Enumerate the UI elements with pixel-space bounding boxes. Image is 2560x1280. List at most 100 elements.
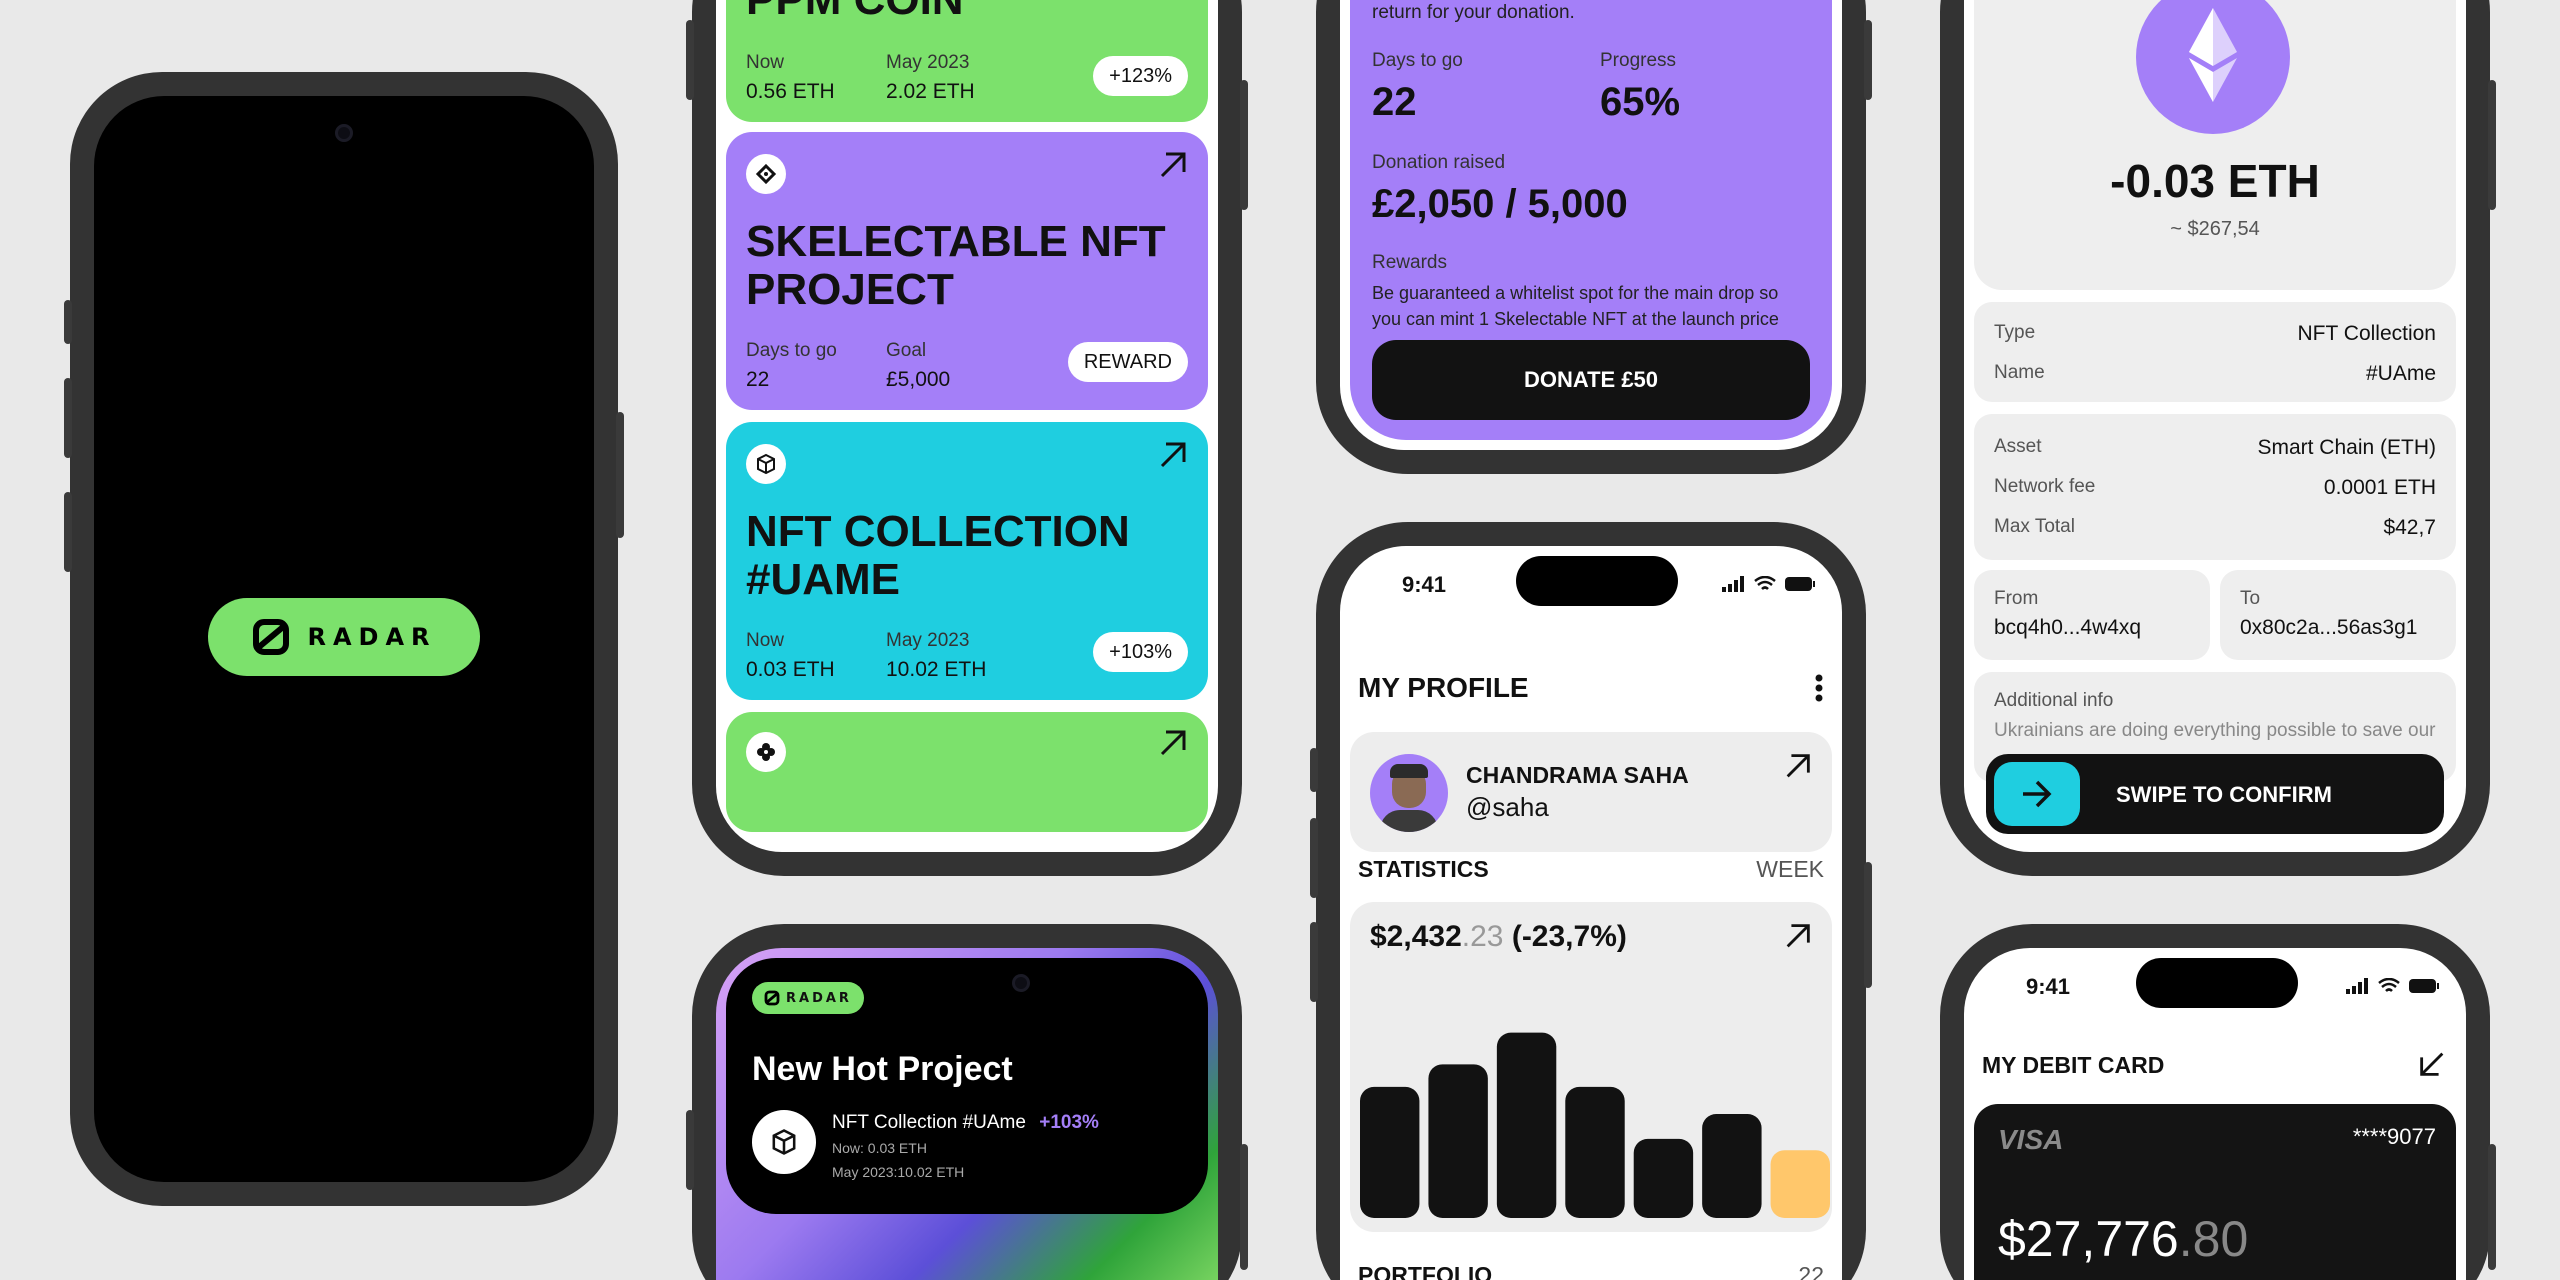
swipe-confirm[interactable]: SWIPE TO CONFIRM <box>1986 754 2444 834</box>
dynamic-island <box>2136 958 2298 1008</box>
chart-bar <box>1496 1032 1557 1218</box>
days-label: Days to go <box>1372 50 1463 71</box>
status-icons <box>2346 978 2440 994</box>
chart-bar <box>1633 1138 1694 1218</box>
card-badge: +123% <box>1093 56 1188 96</box>
profile-screen: 9:41 MY PROFILE CHANDRAMA SAHA @saha STA… <box>1340 546 1842 1280</box>
open-arrow-icon[interactable] <box>1156 726 1190 760</box>
rewards-text: Be guaranteed a whitelist spot for the m… <box>1372 283 1779 329</box>
dynamic-island <box>1516 556 1678 606</box>
asset-label: Asset <box>1994 436 2042 457</box>
collapse-arrow-icon[interactable] <box>2416 1048 2448 1080</box>
card-badge: +103% <box>1093 632 1188 672</box>
tx-amount: -0.03 ETH <box>2110 155 2320 207</box>
card-title: SKELECTABLE NFT PROJECT <box>746 217 1166 314</box>
user-name: CHANDRAMA SAHA <box>1466 762 1689 788</box>
raised-label: Donation raised <box>1372 152 1506 173</box>
card-nft-collection[interactable]: NFT COLLECTION #UAME Now May 2023 0.03 E… <box>726 422 1208 700</box>
fee-value: 0.0001 ETH <box>2323 476 2436 499</box>
wifi-icon <box>2378 978 2400 992</box>
type-box: Type NFT Collection Name #UAme <box>1974 302 2456 402</box>
chart-bar <box>1428 1064 1488 1218</box>
card-skelectable[interactable]: SKELECTABLE NFT PROJECT Days to go Goal … <box>726 132 1208 410</box>
card-value: 0.56 ETH <box>746 80 835 103</box>
eth-icon <box>2136 0 2290 134</box>
card-value: 2.02 ETH <box>886 80 975 103</box>
donate-button[interactable]: DONATE £50 <box>1372 340 1810 420</box>
debit-screen: 9:41 MY DEBIT CARD VISA ****9077 $27,776… <box>1964 948 2466 1280</box>
reward-badge[interactable]: REWARD <box>1067 342 1188 382</box>
feed-phone: PPM COIN Now May 2023 0.56 ETH 2.02 ETH … <box>686 0 1248 876</box>
notification-screen: RADAR New Hot Project NFT Collection #UA… <box>716 948 1218 1280</box>
signal-icon <box>1722 576 1744 592</box>
transaction-phone: -0.03 ETH ~ $267,54 Type NFT Collection … <box>1940 0 2496 876</box>
stats-value-cents: .23 <box>1461 920 1504 953</box>
open-arrow-icon[interactable] <box>1156 148 1190 182</box>
donation-top-text: return for your donation. <box>1372 2 1575 23</box>
swipe-handle[interactable] <box>1994 762 2080 826</box>
radar-logo-icon <box>253 619 290 655</box>
balance-main: $27,776 <box>1998 1211 2179 1267</box>
fee-box: Asset Smart Chain (ETH) Network fee 0.00… <box>1974 414 2456 560</box>
radar-badge: RADAR <box>752 982 864 1014</box>
type-value: NFT Collection <box>2297 322 2437 345</box>
balance-cents: .80 <box>2178 1211 2249 1267</box>
from-box: From bcq4h0...4w4xq <box>1974 570 2210 660</box>
cube-icon <box>752 1110 816 1174</box>
profile-phone: 9:41 MY PROFILE CHANDRAMA SAHA @saha STA… <box>1310 522 1872 1280</box>
user-handle: @saha <box>1466 792 1549 822</box>
card-label: Days to go <box>746 340 837 361</box>
radar-logo-icon <box>764 990 780 1006</box>
portfolio-label: PORTFOLIO <box>1358 1262 1493 1280</box>
debit-card[interactable]: VISA ****9077 $27,776.80 <box>1974 1104 2456 1280</box>
feed-screen: PPM COIN Now May 2023 0.56 ETH 2.02 ETH … <box>716 0 1218 852</box>
more-icon[interactable] <box>1814 674 1824 702</box>
camera-icon <box>335 124 353 142</box>
debit-phone: 9:41 MY DEBIT CARD VISA ****9077 $27,776… <box>1940 924 2496 1280</box>
arrow-right-icon <box>2023 780 2052 808</box>
battery-icon <box>1785 577 1815 591</box>
raised-value: £2,050 / 5,000 <box>1372 182 1628 226</box>
card-label: Now <box>746 52 785 73</box>
notification-title: New Hot Project <box>752 1050 1013 1088</box>
status-time: 9:41 <box>2026 974 2071 999</box>
statistics-period[interactable]: WEEK <box>1756 856 1824 883</box>
status-time: 9:41 <box>1402 572 1447 597</box>
to-box: To 0x80c2a...56as3g1 <box>2220 570 2456 660</box>
notification-card[interactable]: RADAR New Hot Project NFT Collection #UA… <box>726 958 1208 1214</box>
logo-text: RADAR <box>786 990 852 1006</box>
card-label: Goal <box>886 340 927 361</box>
open-arrow-icon[interactable] <box>1782 750 1814 782</box>
rewards-label: Rewards <box>1372 252 1447 273</box>
open-arrow-icon[interactable] <box>1782 920 1814 952</box>
item-change: +103% <box>1039 1112 1099 1133</box>
donation-card: return for your donation. Days to go Pro… <box>1350 0 1832 440</box>
card-label: Now <box>746 630 785 651</box>
card-ppm-coin[interactable]: PPM COIN Now May 2023 0.56 ETH 2.02 ETH … <box>726 0 1208 122</box>
card-value: 22 <box>746 368 770 391</box>
statistics-value: $2,432.23 (-23,7%) <box>1370 920 1627 954</box>
chart-bar <box>1565 1086 1625 1218</box>
item-name: NFT Collection #UAme <box>832 1112 1026 1133</box>
user-card[interactable]: CHANDRAMA SAHA @saha <box>1350 732 1832 852</box>
days-value: 22 <box>1372 80 1417 124</box>
visa-logo: VISA <box>1998 1124 2064 1155</box>
open-arrow-icon[interactable] <box>1156 438 1190 472</box>
logo-text: RADAR <box>307 623 437 651</box>
card-label: May 2023 <box>886 630 970 651</box>
avatar <box>1370 754 1448 832</box>
card-value: 10.02 ETH <box>886 658 987 681</box>
statistics-label: STATISTICS <box>1358 856 1489 882</box>
from-label: From <box>1994 588 2039 609</box>
notification-item: NFT Collection #UAme +103% <box>832 1112 1099 1134</box>
name-value: #UAme <box>2365 362 2436 385</box>
asset-value: Smart Chain (ETH) <box>2257 436 2436 459</box>
card-partial[interactable] <box>726 712 1208 832</box>
battery-icon <box>2409 979 2439 993</box>
donation-phone: return for your donation. Days to go Pro… <box>1316 0 1872 474</box>
type-label: Type <box>1994 322 2036 343</box>
stats-value-main: $2,432 <box>1370 920 1462 953</box>
project-icon <box>746 154 786 194</box>
to-value: 0x80c2a...56as3g1 <box>2240 616 2418 639</box>
wifi-icon <box>1754 576 1776 590</box>
